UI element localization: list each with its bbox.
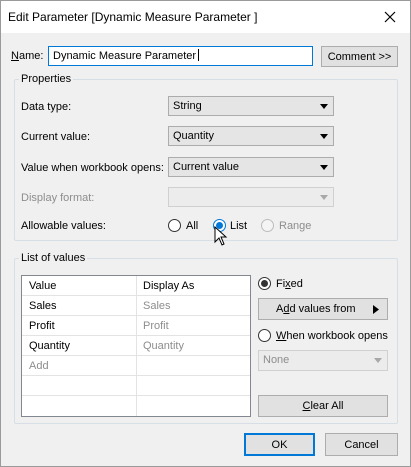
empty-row [22, 396, 250, 416]
grid-header-row: Value Display As [22, 276, 250, 296]
data-type-value: String [173, 100, 202, 112]
workbook-opens-source-dropdown[interactable]: None [258, 350, 388, 371]
fixed-label[interactable]: Fixed [276, 278, 303, 290]
allowable-range-radio[interactable] [261, 219, 274, 232]
ok-button[interactable]: OK [244, 433, 315, 456]
add-row[interactable]: Add [22, 356, 250, 376]
empty-row [22, 376, 250, 396]
data-type-label: Data type: [21, 101, 72, 113]
workbook-opens-label: Value when workbook opens: [21, 162, 164, 174]
row-display-as[interactable]: Sales [143, 300, 171, 312]
current-value-value: Quantity [173, 130, 214, 142]
chevron-down-icon [320, 104, 328, 109]
data-type-dropdown[interactable]: String [168, 96, 334, 116]
properties-group-label: Properties [19, 73, 74, 85]
column-header-display-as: Display As [143, 280, 195, 292]
name-label-rest: ame: [18, 50, 44, 62]
clear-all-button[interactable]: Clear All [258, 395, 388, 417]
name-label: Name: [11, 50, 43, 62]
chevron-down-icon [320, 165, 328, 170]
text-caret [198, 49, 200, 61]
row-value[interactable]: Quantity [29, 340, 70, 352]
fixed-label-pre: Fi [276, 278, 286, 290]
cancel-button[interactable]: Cancel [325, 433, 398, 456]
when-workbook-opens-rest: hen workbook opens [286, 330, 388, 342]
table-row[interactable]: Sales Sales [22, 296, 250, 316]
allowable-list-label[interactable]: List [230, 220, 247, 232]
when-workbook-opens-radio[interactable] [258, 329, 271, 342]
name-label-mnemonic: N [11, 50, 19, 62]
row-display-as[interactable]: Quantity [143, 340, 184, 352]
add-row-placeholder[interactable]: Add [29, 360, 49, 372]
none-dropdown-value: None [263, 354, 290, 366]
current-value-label: Current value: [21, 131, 91, 143]
close-icon [384, 11, 396, 23]
allowable-range-label[interactable]: Range [279, 220, 311, 232]
current-value-dropdown[interactable]: Quantity [168, 126, 334, 146]
name-input[interactable]: Dynamic Measure Parameter [48, 46, 313, 66]
when-workbook-opens-mnemonic: W [276, 330, 287, 342]
row-display-as[interactable]: Profit [143, 320, 169, 332]
add-values-from-label: Add values from [276, 303, 356, 315]
row-value[interactable]: Profit [29, 320, 55, 332]
list-of-values-group-label: List of values [19, 252, 88, 264]
workbook-opens-dropdown[interactable]: Current value [168, 157, 334, 177]
allowable-all-radio[interactable] [168, 219, 181, 232]
chevron-right-icon [373, 305, 379, 314]
table-row[interactable]: Quantity Quantity [22, 336, 250, 356]
fixed-radio[interactable] [258, 277, 271, 290]
title-bar[interactable]: Edit Parameter [Dynamic Measure Paramete… [1, 1, 410, 33]
comment-button[interactable]: Comment >> [321, 46, 398, 67]
display-format-dropdown[interactable] [168, 187, 334, 207]
chevron-down-icon [320, 195, 328, 200]
add-values-from-button[interactable]: Add values from [258, 298, 388, 320]
name-input-value: Dynamic Measure Parameter [53, 50, 197, 62]
when-workbook-opens-label[interactable]: When workbook opens [276, 330, 388, 342]
allowable-all-label[interactable]: All [186, 220, 198, 232]
workbook-opens-value: Current value [173, 161, 240, 173]
mouse-cursor-icon [214, 226, 228, 246]
table-row[interactable]: Profit Profit [22, 316, 250, 336]
row-value[interactable]: Sales [29, 300, 57, 312]
column-header-value: Value [29, 280, 57, 292]
edit-parameter-dialog: Edit Parameter [Dynamic Measure Paramete… [0, 0, 411, 467]
clear-all-label: Clear All [302, 400, 344, 412]
fixed-label-post: ed [290, 278, 303, 290]
values-grid[interactable]: Value Display As Sales Sales Profit Prof… [21, 275, 251, 417]
allowable-values-label: Allowable values: [21, 220, 106, 232]
dialog-title: Edit Parameter [Dynamic Measure Paramete… [8, 10, 258, 24]
display-format-label: Display format: [21, 192, 95, 204]
close-button[interactable] [370, 1, 410, 33]
chevron-down-icon [320, 134, 328, 139]
chevron-down-icon [374, 358, 382, 363]
